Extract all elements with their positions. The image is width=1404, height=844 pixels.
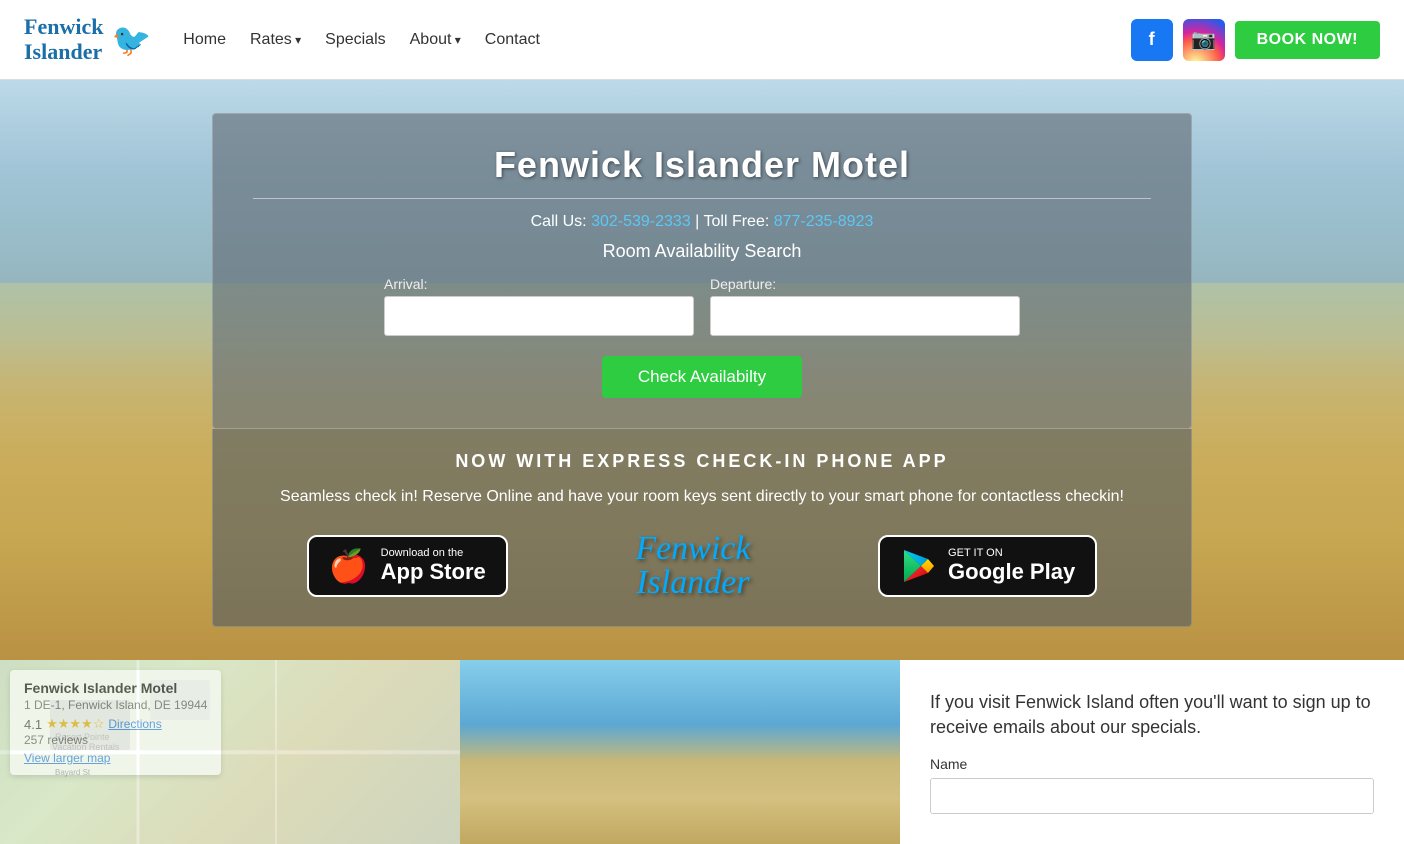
photo-section: [460, 660, 900, 844]
departure-group: Departure:: [710, 276, 1020, 336]
signup-title: If you visit Fenwick Island often you'll…: [930, 690, 1374, 740]
photo-placeholder: [460, 660, 900, 844]
search-row: Arrival: Departure:: [253, 276, 1151, 336]
app-section: NOW WITH EXPRESS CHECK-IN PHONE APP Seam…: [212, 429, 1192, 627]
signup-section: If you visit Fenwick Island often you'll…: [900, 660, 1404, 844]
google-play-icon: [900, 548, 936, 584]
app-store-main: App Store: [381, 559, 486, 585]
map-placeholder: Resort Pointe Vacation Rentals Bayard St…: [0, 660, 460, 844]
name-label: Name: [930, 756, 1374, 772]
nav-rates[interactable]: Rates: [250, 31, 301, 49]
phone2-link[interactable]: 877-235-8923: [774, 213, 874, 230]
app-buttons-row: 🍎 Download on the App Store Fenwick Isla…: [243, 532, 1161, 600]
booking-card: Fenwick Islander Motel Call Us: 302-539-…: [212, 113, 1192, 429]
app-store-text: Download on the App Store: [381, 547, 486, 585]
svg-text:Bayard St: Bayard St: [55, 768, 91, 777]
map-roads: Resort Pointe Vacation Rentals Bayard St: [0, 660, 460, 844]
nav-specials[interactable]: Specials: [325, 31, 385, 49]
navbar: Fenwick Islander 🐦 Home Rates Specials A…: [0, 0, 1404, 80]
nav-home[interactable]: Home: [183, 31, 226, 49]
logo-bird-icon: 🐦: [111, 21, 151, 59]
map-section: Resort Pointe Vacation Rentals Bayard St…: [0, 660, 460, 844]
nav-left: Fenwick Islander 🐦 Home Rates Specials A…: [24, 15, 540, 63]
google-play-main: Google Play: [948, 559, 1075, 585]
search-title: Room Availability Search: [253, 241, 1151, 262]
google-play-text: GET IT ON Google Play: [948, 547, 1075, 585]
instagram-icon: 📷: [1191, 27, 1216, 52]
app-store-sub: Download on the: [381, 547, 486, 559]
apple-icon: 🍎: [329, 547, 369, 585]
app-description: Seamless check in! Reserve Online and ha…: [243, 484, 1161, 510]
app-section-logo: Fenwick Islander: [635, 532, 750, 600]
nav-about[interactable]: About: [410, 31, 461, 49]
nav-links: Home Rates Specials About Contact: [183, 31, 540, 49]
phone1-link[interactable]: 302-539-2333: [591, 213, 691, 230]
arrival-group: Arrival:: [384, 276, 694, 336]
hotel-title: Fenwick Islander Motel: [253, 144, 1151, 186]
app-store-button[interactable]: 🍎 Download on the App Store: [307, 535, 508, 597]
book-now-button[interactable]: BOOK NOW!: [1235, 21, 1380, 59]
logo-text: Fenwick Islander: [24, 15, 103, 63]
nav-contact[interactable]: Contact: [485, 31, 540, 49]
bottom-section: Resort Pointe Vacation Rentals Bayard St…: [0, 660, 1404, 844]
contact-info: Call Us: 302-539-2333 | Toll Free: 877-2…: [253, 213, 1151, 231]
arrival-label: Arrival:: [384, 276, 428, 292]
logo: Fenwick Islander 🐦: [24, 15, 151, 63]
nav-right: f 📷 BOOK NOW!: [1131, 19, 1380, 61]
hero-content: Fenwick Islander Motel Call Us: 302-539-…: [0, 113, 1404, 627]
facebook-button[interactable]: f: [1131, 19, 1173, 61]
svg-text:Vacation Rentals: Vacation Rentals: [52, 742, 120, 752]
svg-text:Resort Pointe: Resort Pointe: [55, 732, 110, 742]
google-play-sub: GET IT ON: [948, 547, 1075, 559]
title-divider: [253, 198, 1151, 199]
name-input[interactable]: [930, 778, 1374, 814]
google-play-button[interactable]: GET IT ON Google Play: [878, 535, 1097, 597]
arrival-input[interactable]: [384, 296, 694, 336]
check-availability-button[interactable]: Check Availabilty: [602, 356, 802, 398]
departure-input[interactable]: [710, 296, 1020, 336]
app-title: NOW WITH EXPRESS CHECK-IN PHONE APP: [243, 451, 1161, 472]
departure-label: Departure:: [710, 276, 776, 292]
instagram-button[interactable]: 📷: [1183, 19, 1225, 61]
hero-section: Fenwick Islander Motel Call Us: 302-539-…: [0, 80, 1404, 660]
